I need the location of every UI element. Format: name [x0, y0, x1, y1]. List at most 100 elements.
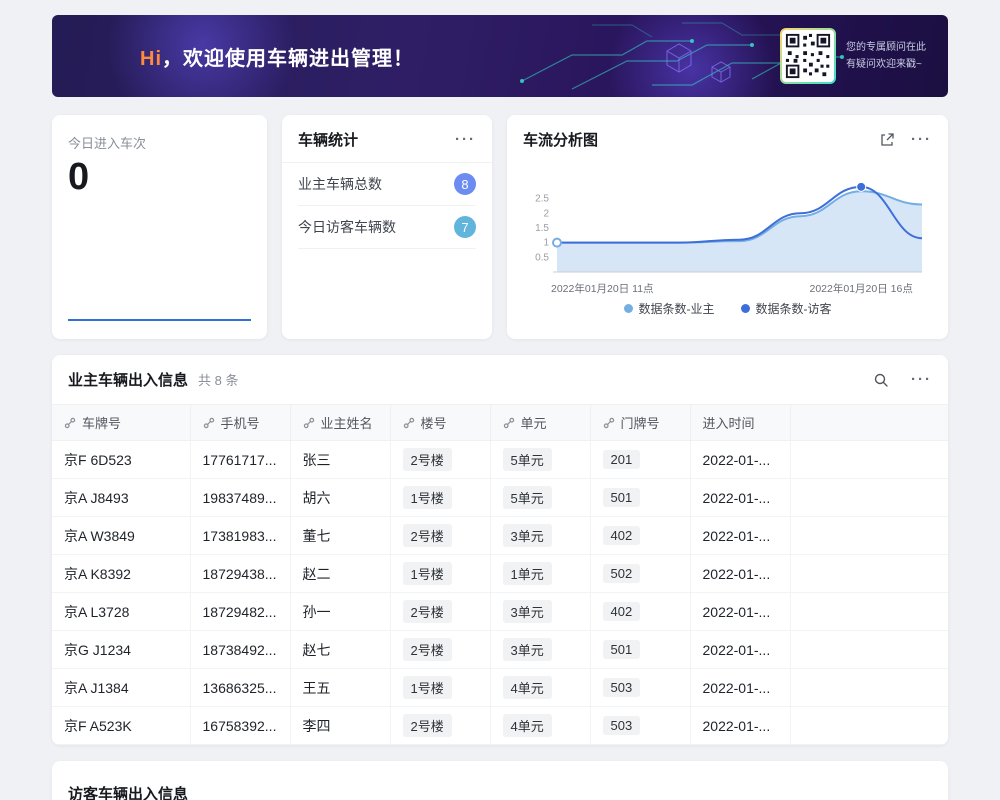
table-cell[interactable]: 1号楼 — [390, 479, 490, 517]
table-row[interactable]: 京A K839218729438...赵二1号楼1单元5022022-01-..… — [52, 555, 948, 593]
table-cell[interactable]: 18729438... — [190, 555, 290, 593]
column-label: 门牌号 — [621, 416, 660, 431]
table-cell[interactable]: 2号楼 — [390, 517, 490, 555]
table-cell[interactable]: 402 — [590, 517, 690, 555]
table-cell[interactable]: 赵二 — [290, 555, 390, 593]
table-cell[interactable]: 3单元 — [490, 593, 590, 631]
more-icon[interactable]: ··· — [911, 372, 932, 387]
table-cell[interactable]: 京F A523K — [52, 707, 190, 745]
table-cell[interactable]: 京A J8493 — [52, 479, 190, 517]
table-cell[interactable]: 201 — [590, 441, 690, 479]
table-cell[interactable]: 501 — [590, 631, 690, 669]
table-cell[interactable]: 502 — [590, 555, 690, 593]
traffic-chart-title: 车流分析图 — [523, 129, 598, 150]
table-cell[interactable]: 17381983... — [190, 517, 290, 555]
table-row[interactable]: 京A J849319837489...胡六 1号楼 5单元5012022-01-..… — [52, 479, 948, 517]
svg-text:2022年01月20日 11点: 2022年01月20日 11点 — [551, 282, 654, 295]
tag: 5单元 — [503, 448, 552, 471]
table-cell[interactable]: 1单元 — [490, 555, 590, 593]
stat-row: 业主车辆总数8 — [298, 163, 476, 206]
table-cell[interactable]: 2号楼 — [390, 631, 490, 669]
table-cell[interactable]: 13686325... — [190, 669, 290, 707]
table-cell[interactable]: 5单元 — [490, 479, 590, 517]
table-cell[interactable]: 18738492... — [190, 631, 290, 669]
table-row[interactable]: 京F A523K16758392...李四2号楼4单元5032022-01-..… — [52, 707, 948, 745]
table-cell[interactable]: 京A L3728 — [52, 593, 190, 631]
table-cell[interactable]: 京A J1384 — [52, 669, 190, 707]
column-header[interactable]: 单元 — [490, 405, 590, 441]
legend-item[interactable]: 数据条数-访客 — [741, 300, 832, 317]
table-cell[interactable]: 2022-01-... — [690, 517, 790, 555]
cell-filler — [790, 517, 948, 555]
table-row[interactable]: 京A W384917381983...董七2号楼3单元4022022-01-..… — [52, 517, 948, 555]
qr-code[interactable] — [782, 30, 834, 82]
table-cell[interactable]: 2022-01-... — [690, 631, 790, 669]
table-cell[interactable]: 2022-01-... — [690, 441, 790, 479]
column-header[interactable]: 楼号 — [390, 405, 490, 441]
vehicle-stats-header: 车辆统计 ··· — [282, 115, 492, 163]
table-cell[interactable]: 2号楼 — [390, 441, 490, 479]
table-cell[interactable]: 王五 — [290, 669, 390, 707]
table-cell[interactable]: 3单元 — [490, 631, 590, 669]
table-cell[interactable]: 2022-01-... — [690, 593, 790, 631]
svg-text:2.5: 2.5 — [535, 194, 549, 205]
tag: 1号楼 — [403, 676, 452, 699]
table-cell[interactable]: 京A W3849 — [52, 517, 190, 555]
export-icon[interactable] — [879, 132, 895, 148]
table-cell[interactable]: 16758392... — [190, 707, 290, 745]
table-cell[interactable]: 4单元 — [490, 669, 590, 707]
table-row[interactable]: 京G J123418738492...赵七2号楼3单元5012022-01-..… — [52, 631, 948, 669]
table-cell[interactable]: 4单元 — [490, 707, 590, 745]
qr-caption-line1: 您的专属顾问在此 — [846, 39, 926, 56]
table-cell[interactable]: 402 — [590, 593, 690, 631]
table-cell[interactable]: 2号楼 — [390, 593, 490, 631]
table-cell[interactable]: 2022-01-... — [690, 669, 790, 707]
table-cell[interactable]: 京G J1234 — [52, 631, 190, 669]
column-header[interactable]: 业主姓名 — [290, 405, 390, 441]
table-cell[interactable]: 1号楼 — [390, 669, 490, 707]
table-cell[interactable]: 17761717... — [190, 441, 290, 479]
table-cell[interactable]: 2022-01-... — [690, 479, 790, 517]
table-cell[interactable]: 3单元 — [490, 517, 590, 555]
column-header[interactable]: 车牌号 — [52, 405, 190, 441]
tag: 1号楼 — [403, 486, 452, 509]
column-label: 车牌号 — [82, 416, 121, 431]
table-header-row: 车牌号 手机号 业主姓名 楼号 单元 门牌号 进入时间 — [52, 405, 948, 441]
column-header[interactable]: 门牌号 — [590, 405, 690, 441]
table-cell[interactable]: 503 — [590, 707, 690, 745]
column-label: 楼号 — [421, 416, 447, 431]
dashboard-page: Hi，欢迎使用车辆进出管理！ — [0, 0, 1000, 800]
cell-filler — [790, 555, 948, 593]
welcome-banner: Hi，欢迎使用车辆进出管理！ — [52, 15, 948, 97]
table-row[interactable]: 京A L372818729482...孙一2号楼3单元4022022-01-..… — [52, 593, 948, 631]
table-cell[interactable]: 19837489... — [190, 479, 290, 517]
column-header[interactable]: 进入时间 — [690, 405, 790, 441]
table-row[interactable]: 京A J138413686325...王五 1号楼 4单元5032022-01-..… — [52, 669, 948, 707]
table-cell[interactable]: 5单元 — [490, 441, 590, 479]
more-icon[interactable]: ··· — [911, 132, 932, 147]
search-icon[interactable] — [873, 372, 889, 388]
table-cell[interactable]: 董七 — [290, 517, 390, 555]
legend-item[interactable]: 数据条数-业主 — [624, 300, 715, 317]
table-cell[interactable]: 赵七 — [290, 631, 390, 669]
table-cell[interactable]: 2号楼 — [390, 707, 490, 745]
table-cell[interactable]: 1号楼 — [390, 555, 490, 593]
table-cell[interactable]: 京A K8392 — [52, 555, 190, 593]
more-icon[interactable]: ··· — [455, 132, 476, 147]
table-cell[interactable]: 503 — [590, 669, 690, 707]
table-cell[interactable]: 张三 — [290, 441, 390, 479]
table-cell[interactable]: 李四 — [290, 707, 390, 745]
table-cell[interactable]: 京F 6D523 — [52, 441, 190, 479]
stat-label: 业主车辆总数 — [298, 174, 382, 194]
column-label: 手机号 — [221, 416, 260, 431]
table-cell[interactable]: 501 — [590, 479, 690, 517]
svg-text:1.5: 1.5 — [535, 223, 549, 234]
table-row[interactable]: 京F 6D52317761717...张三2号楼 5单元 2012022-01-..… — [52, 441, 948, 479]
table-cell[interactable]: 2022-01-... — [690, 555, 790, 593]
table-cell[interactable]: 2022-01-... — [690, 707, 790, 745]
table-cell[interactable]: 孙一 — [290, 593, 390, 631]
table-cell[interactable]: 胡六 — [290, 479, 390, 517]
field-link-icon — [203, 417, 215, 429]
table-cell[interactable]: 18729482... — [190, 593, 290, 631]
column-header[interactable]: 手机号 — [190, 405, 290, 441]
